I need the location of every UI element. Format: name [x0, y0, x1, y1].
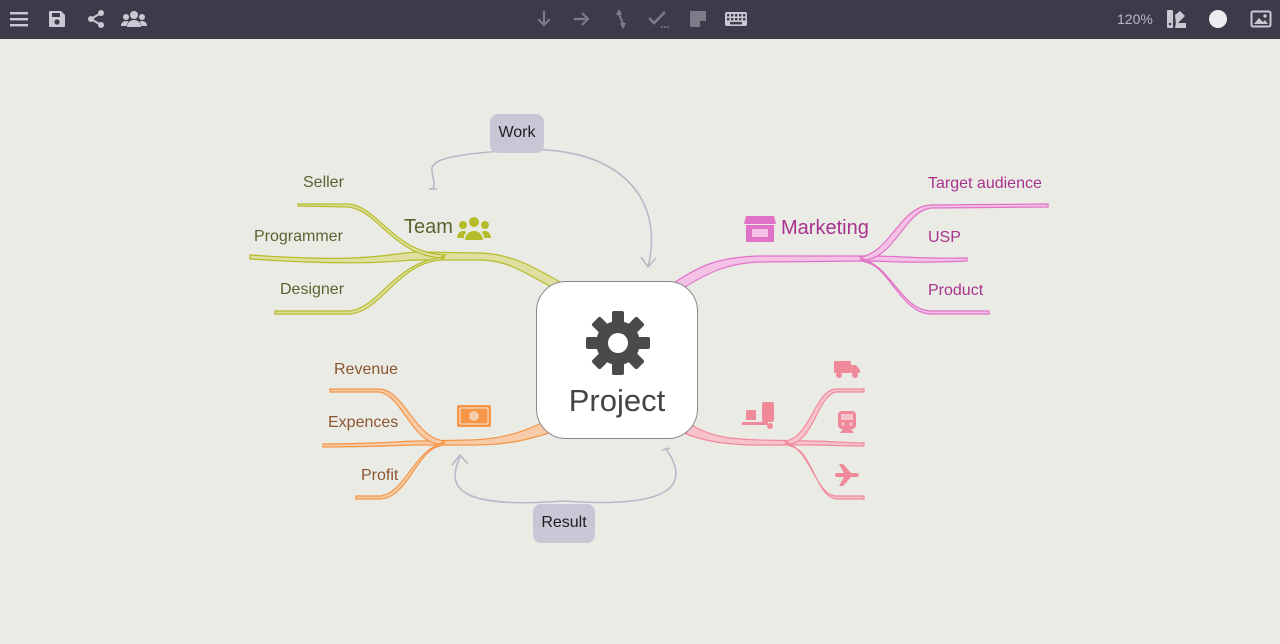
loading-icon[interactable] [742, 400, 778, 430]
menu-icon[interactable] [6, 6, 32, 32]
team-child-programmer[interactable]: Programmer [254, 228, 343, 246]
color-icon[interactable] [1205, 6, 1231, 32]
truck-icon[interactable] [833, 359, 861, 379]
marketing-child-target-audience[interactable]: Target audience [928, 175, 1042, 193]
share-icon[interactable] [83, 6, 109, 32]
theme-icon[interactable] [1164, 6, 1190, 32]
marketing-child-product[interactable]: Product [928, 282, 983, 300]
money-icon[interactable] [456, 404, 492, 428]
users-icon [457, 217, 491, 240]
image-icon[interactable] [1248, 6, 1274, 32]
zoom-level[interactable]: 120% [1117, 11, 1153, 27]
note-icon[interactable] [685, 6, 711, 32]
relationship-icon[interactable] [608, 6, 634, 32]
marketing-node-label[interactable]: Marketing [781, 217, 869, 240]
train-icon[interactable] [836, 410, 858, 434]
save-icon[interactable] [44, 6, 70, 32]
finance-child-revenue[interactable]: Revenue [334, 361, 398, 379]
relation-label-result[interactable]: Result [533, 504, 595, 543]
store-icon [744, 216, 776, 242]
finance-child-profit[interactable]: Profit [361, 467, 398, 485]
gear-icon [586, 311, 650, 375]
arrow-right-icon[interactable] [569, 6, 595, 32]
finance-child-expences[interactable]: Expences [328, 414, 398, 432]
task-icon[interactable] [646, 6, 672, 32]
team-node-label[interactable]: Team [404, 216, 453, 239]
mindmap-canvas[interactable]: Work Result Project Team Seller Programm… [0, 39, 1280, 644]
relation-label-work[interactable]: Work [490, 114, 544, 153]
team-child-designer[interactable]: Designer [280, 281, 344, 299]
marketing-child-usp[interactable]: USP [928, 229, 961, 247]
team-child-seller[interactable]: Seller [303, 174, 344, 192]
finance-branch-lines [322, 388, 556, 500]
arrow-down-icon[interactable] [531, 6, 557, 32]
keyboard-icon[interactable] [723, 6, 749, 32]
plane-icon[interactable] [834, 463, 860, 487]
toolbar: 120% [0, 0, 1280, 39]
central-node-label: Project [568, 383, 666, 418]
central-node[interactable]: Project [536, 281, 698, 439]
users-icon[interactable] [121, 6, 147, 32]
